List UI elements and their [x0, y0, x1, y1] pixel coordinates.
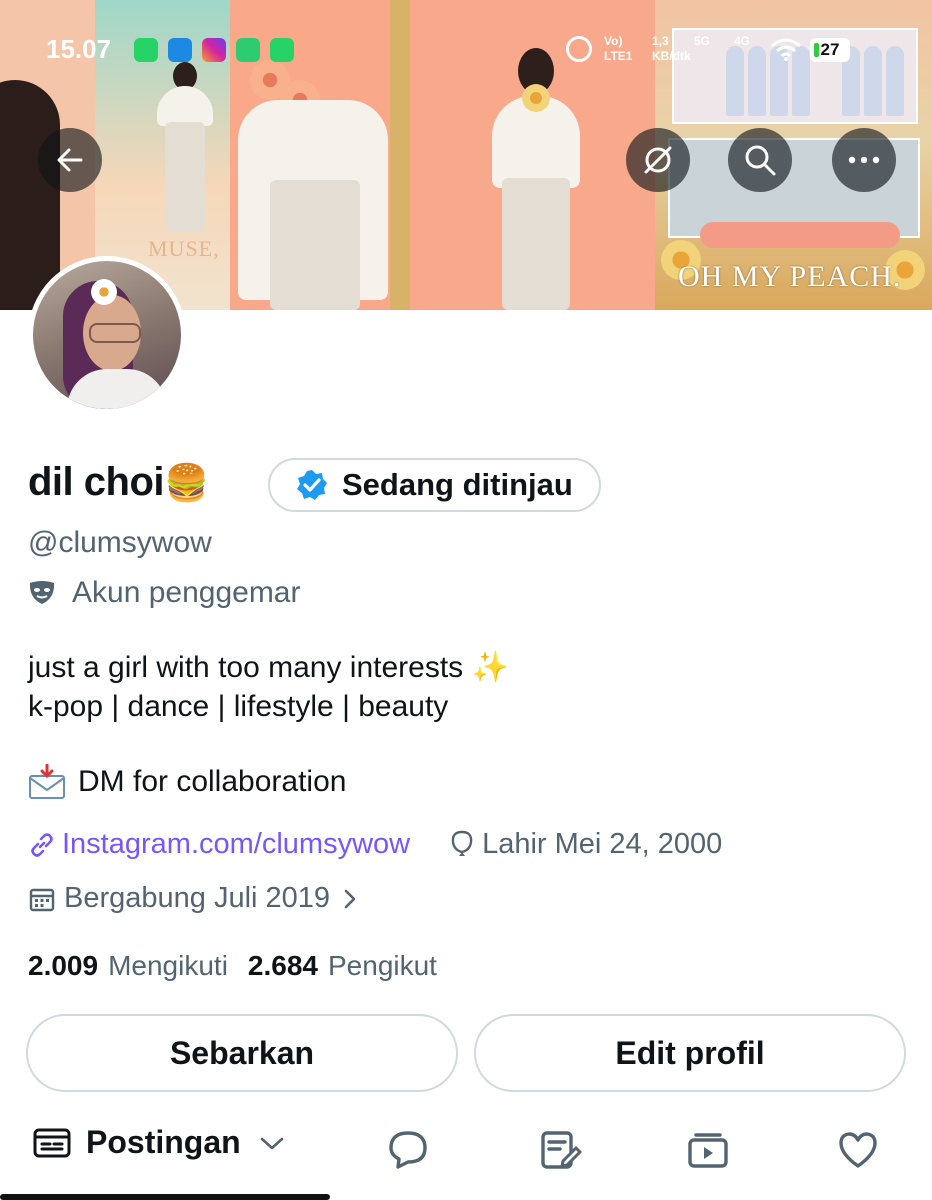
- profile-name: dil choi🍔: [28, 460, 209, 505]
- mask-icon: [29, 581, 55, 604]
- verification-status-label: Sedang ditinjau: [342, 467, 573, 502]
- profile-link-text: Instagram.com/clumsywow: [62, 828, 411, 860]
- banner-text-peach: OH MY PEACH.: [678, 260, 902, 293]
- lte-label: LTE1: [604, 49, 633, 63]
- replies-icon[interactable]: [386, 1128, 430, 1172]
- profile-name-text: dil choi: [28, 460, 165, 504]
- articles-icon[interactable]: [538, 1128, 582, 1172]
- avatar[interactable]: [28, 256, 186, 414]
- profile-handle: @clumsywow: [28, 526, 212, 559]
- profile-category: Akun penggemar: [28, 576, 301, 610]
- birth-date-text: Lahir Mei 24, 2000: [482, 828, 723, 860]
- status-time: 15.07: [46, 34, 112, 64]
- search-icon: [745, 145, 776, 176]
- media-icon[interactable]: [686, 1128, 730, 1172]
- bio-dm-line: DM for collaboration: [28, 764, 346, 800]
- verified-badge-icon: [297, 470, 327, 500]
- followers-label: Pengikut: [328, 950, 437, 981]
- joined-date-text: Bergabung Juli 2019: [64, 882, 331, 914]
- link-icon: [31, 832, 53, 857]
- wifi-icon: [771, 38, 801, 61]
- battery-indicator: 27: [810, 38, 850, 62]
- birth-date: Lahir Mei 24, 2000: [450, 828, 722, 861]
- messages-icon: [168, 38, 192, 62]
- phone-app-icon: [236, 38, 260, 62]
- following-link[interactable]: 2.009 Mengikuti: [28, 950, 228, 982]
- bio-line-1: just a girl with too many interests ✨: [28, 651, 509, 684]
- follow-counts: 2.009 Mengikuti 2.684 Pengikut: [28, 950, 437, 982]
- back-button[interactable]: [38, 128, 102, 192]
- share-button[interactable]: Sebarkan: [26, 1014, 458, 1092]
- likes-heart-icon[interactable]: [836, 1128, 880, 1172]
- signal-5g-label: 5G: [694, 34, 711, 48]
- profile-bio: just a girl with too many interests ✨ k-…: [28, 648, 509, 726]
- whatsapp-icon: [134, 38, 158, 62]
- home-indicator: [0, 1194, 330, 1200]
- category-label: Akun penggemar: [72, 576, 301, 609]
- following-count: 2.009: [28, 950, 99, 981]
- tab-posts[interactable]: Postingan: [32, 1124, 285, 1161]
- more-horizontal-icon: [848, 156, 880, 164]
- signal-4g-label: 4G: [734, 34, 751, 48]
- chevron-down-icon: [260, 1137, 283, 1149]
- followers-link[interactable]: 2.684 Pengikut: [248, 950, 437, 982]
- dm-label: DM for collaboration: [78, 765, 347, 798]
- edit-profile-button[interactable]: Edit profil: [474, 1014, 906, 1092]
- chevron-right-icon: [344, 889, 356, 908]
- joined-date[interactable]: Bergabung Juli 2019: [28, 882, 360, 915]
- volte-label: Vo): [604, 34, 623, 48]
- tab-posts-label: Postingan: [86, 1124, 241, 1160]
- grok-button[interactable]: [626, 128, 690, 192]
- bio-line-2: k-pop | dance | lifestyle | beauty: [28, 690, 449, 723]
- grok-icon: [644, 146, 672, 174]
- data-speed: 1,3: [652, 34, 669, 48]
- burger-emoji: 🍔: [164, 462, 209, 503]
- posts-icon: [33, 1128, 71, 1157]
- following-label: Mengikuti: [108, 950, 228, 981]
- more-options-button[interactable]: [832, 128, 896, 192]
- alarm-icon: [566, 36, 592, 62]
- arrow-left-icon: [57, 148, 83, 172]
- calendar-icon: [29, 888, 55, 911]
- instagram-icon: [202, 38, 226, 62]
- status-bar: 15.07 Vo) LTE1 1,3 KB/dtk 5G 4G 27: [0, 30, 932, 70]
- balloon-icon: [451, 830, 473, 856]
- profile-tabs: Postingan: [0, 1120, 932, 1176]
- verification-status-pill[interactable]: Sedang ditinjau: [268, 458, 601, 512]
- inbox-envelope-icon: [29, 764, 65, 799]
- followers-count: 2.684: [247, 950, 318, 981]
- banner-text-muse: MUSE,: [148, 236, 220, 261]
- profile-link[interactable]: Instagram.com/clumsywow: [28, 828, 410, 861]
- whatsapp-icon: [270, 38, 294, 62]
- data-speed-unit: KB/dtk: [652, 49, 691, 63]
- search-button[interactable]: [728, 128, 792, 192]
